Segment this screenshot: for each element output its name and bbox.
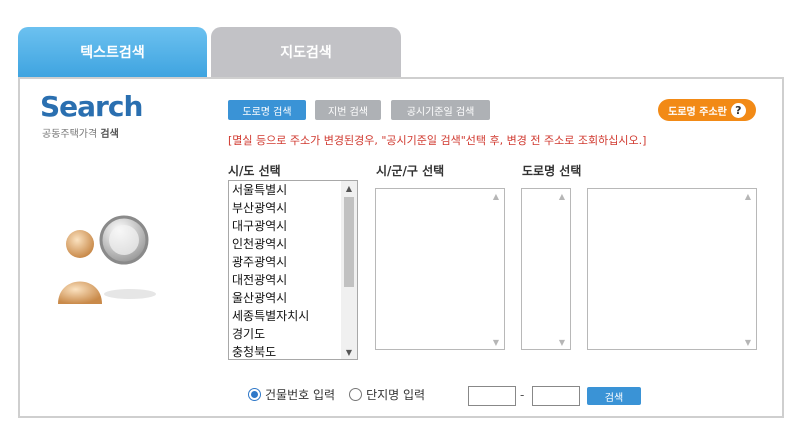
scroll-thumb[interactable]	[344, 197, 354, 287]
help-icon: ?	[730, 102, 746, 118]
road-address-help-button[interactable]: 도로명 주소란?	[658, 99, 756, 121]
user-search-icon	[58, 215, 156, 304]
logo-subtitle: 공동주택가격 검색	[42, 125, 119, 140]
sigungu-list[interactable]: ▲ ▼	[375, 188, 505, 350]
building-main-number-input[interactable]	[468, 386, 516, 406]
scroll-up-icon[interactable]: ▲	[341, 181, 357, 195]
sido-option[interactable]: 광주광역시	[232, 253, 342, 271]
scroll-down-icon[interactable]: ▼	[740, 335, 756, 349]
sido-option[interactable]: 충청북도	[232, 343, 342, 361]
scroll-down-icon[interactable]: ▼	[554, 335, 570, 349]
building-number-label: 건물번호 입력	[265, 388, 336, 402]
input-mode-radio-group: 건물번호 입력 단지명 입력	[248, 386, 439, 403]
sido-label: 시/도 선택	[228, 164, 281, 178]
sido-option[interactable]: 대구광역시	[232, 217, 342, 235]
sido-scrollbar[interactable]: ▲ ▼	[341, 181, 357, 359]
tab-map-search[interactable]: 지도검색	[211, 27, 401, 77]
date-search-button[interactable]: 공시기준일 검색	[391, 100, 490, 120]
sido-option[interactable]: 경기도	[232, 325, 342, 343]
logo-subtitle-bold: 검색	[100, 129, 119, 140]
building-number-option[interactable]: 건물번호 입력	[248, 386, 335, 403]
road-initial-list[interactable]: ▲ ▼	[521, 188, 571, 350]
road-name-list[interactable]: ▲ ▼	[587, 188, 757, 350]
complex-name-option[interactable]: 단지명 입력	[349, 386, 425, 403]
sido-option[interactable]: 울산광역시	[232, 289, 342, 307]
number-dash: -	[520, 388, 525, 402]
logo-subtitle-prefix: 공동주택가격	[42, 129, 101, 140]
scroll-down-icon[interactable]: ▼	[341, 345, 357, 359]
sido-list[interactable]: 서울특별시 부산광역시 대구광역시 인천광역시 광주광역시 대전광역시 울산광역…	[228, 180, 358, 360]
road-search-button[interactable]: 도로명 검색	[228, 100, 306, 120]
complex-name-radio[interactable]	[349, 388, 363, 401]
scroll-up-icon[interactable]: ▲	[488, 189, 504, 203]
sido-option[interactable]: 부산광역시	[232, 199, 342, 217]
scroll-down-icon[interactable]: ▼	[488, 335, 504, 349]
building-sub-number-input[interactable]	[532, 386, 580, 406]
jibun-search-button[interactable]: 지번 검색	[315, 100, 381, 120]
sido-option[interactable]: 세종특별자치시	[232, 307, 342, 325]
scroll-up-icon[interactable]: ▲	[554, 189, 570, 203]
sido-items: 서울특별시 부산광역시 대구광역시 인천광역시 광주광역시 대전광역시 울산광역…	[232, 181, 342, 361]
sigungu-scrollbar[interactable]: ▲ ▼	[488, 189, 504, 349]
building-number-radio[interactable]	[248, 388, 261, 401]
search-logo: Search	[40, 90, 143, 123]
complex-name-label: 단지명 입력	[366, 388, 426, 402]
tab-text-search[interactable]: 텍스트검색	[18, 27, 207, 77]
sido-option[interactable]: 서울특별시	[232, 181, 342, 199]
road-name-scrollbar[interactable]: ▲ ▼	[740, 189, 756, 349]
sido-option[interactable]: 인천광역시	[232, 235, 342, 253]
road-help-label: 도로명 주소란	[668, 106, 727, 118]
scroll-up-icon[interactable]: ▲	[740, 189, 756, 203]
search-button[interactable]: 검색	[587, 387, 641, 405]
sido-option[interactable]: 대전광역시	[232, 271, 342, 289]
road-initial-scrollbar[interactable]: ▲ ▼	[554, 189, 570, 349]
road-label: 도로명 선택	[522, 164, 582, 178]
notice-text: [멸실 등으로 주소가 변경된경우, "공시기준일 검색"선택 후, 변경 전 …	[228, 134, 647, 147]
sigungu-label: 시/군/구 선택	[376, 164, 445, 178]
